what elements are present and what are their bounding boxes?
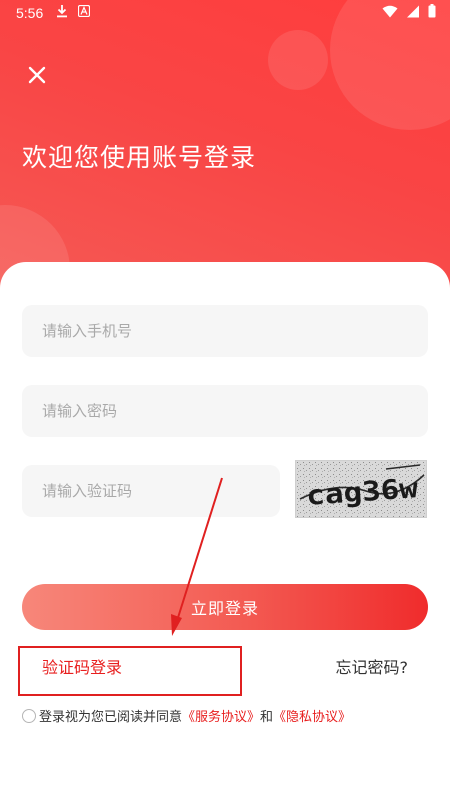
privacy-agreement-link[interactable]: 《隐私协议》 xyxy=(273,706,351,725)
agreement-prefix: 登录视为您已阅读并同意 xyxy=(39,710,183,725)
captcha-input[interactable] xyxy=(22,465,280,517)
login-button[interactable]: 立即登录 xyxy=(22,584,428,630)
forgot-password-link[interactable]: 忘记密码? xyxy=(336,654,409,678)
a-notification-icon xyxy=(77,4,91,21)
sms-login-link[interactable]: 验证码登录 xyxy=(42,654,122,678)
close-button[interactable] xyxy=(22,62,52,92)
status-time: 5:56 xyxy=(16,5,44,21)
phone-input[interactable] xyxy=(22,305,428,357)
agreement-and: 和 xyxy=(260,710,274,725)
status-bar: 5:56 xyxy=(0,0,450,26)
wifi-icon xyxy=(382,5,398,22)
page-title: 欢迎您使用账号登录 xyxy=(22,143,257,172)
captcha-image[interactable]: cag36w xyxy=(295,460,427,518)
battery-icon xyxy=(428,4,436,22)
service-agreement-link[interactable]: 《服务协议》 xyxy=(182,706,260,725)
decorative-circle xyxy=(268,30,328,90)
close-icon xyxy=(28,66,46,88)
download-icon xyxy=(56,4,68,22)
agreement-row: 登录视为您已阅读并同意 《服务协议》 和 《隐私协议》 xyxy=(22,706,351,725)
password-input[interactable] xyxy=(22,385,428,437)
agreement-radio[interactable] xyxy=(22,708,36,723)
signal-icon xyxy=(406,5,420,22)
